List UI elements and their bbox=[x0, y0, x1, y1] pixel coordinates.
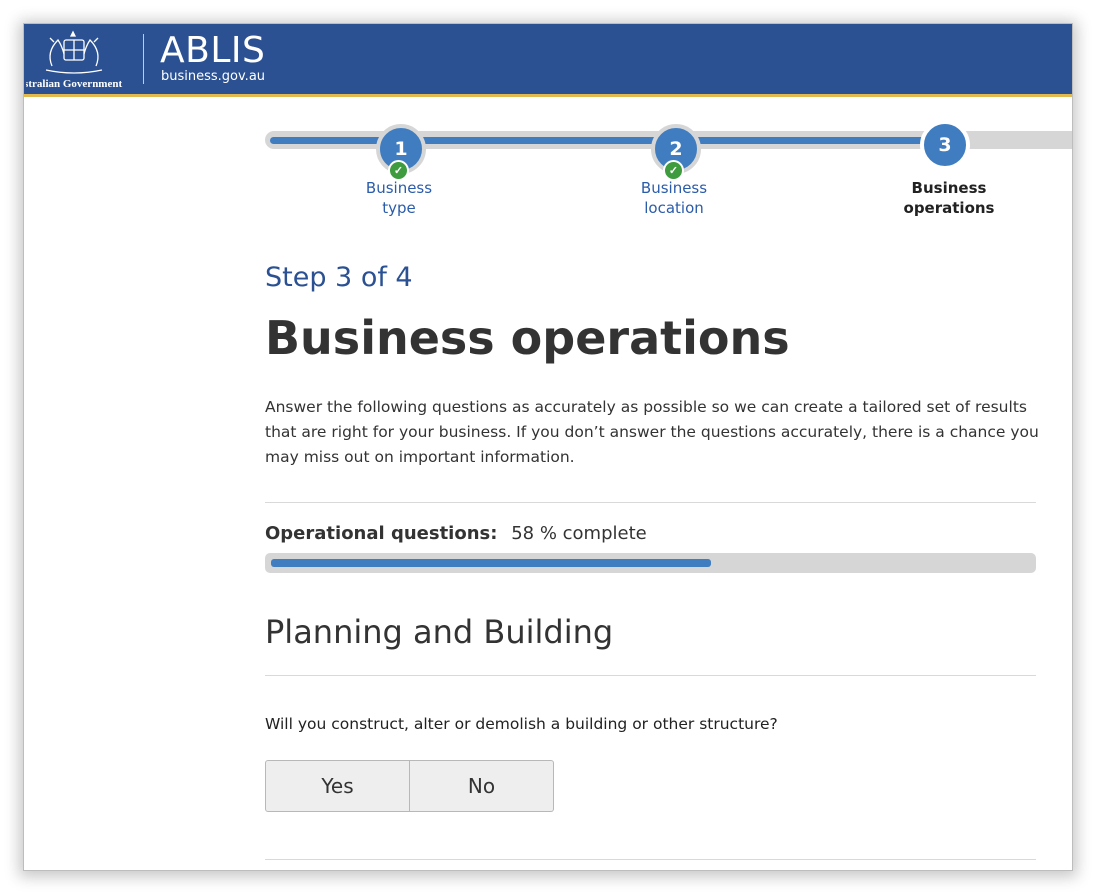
step-2-label[interactable]: Business location bbox=[599, 178, 749, 218]
answer-button-group: Yes No bbox=[265, 760, 554, 812]
question-text: Will you construct, alter or demolish a … bbox=[265, 715, 778, 733]
government-label: Australian Government bbox=[26, 78, 123, 90]
step-1-number: 1 bbox=[394, 138, 408, 160]
site-header: Australian Government ABLIS business.gov… bbox=[24, 24, 1072, 97]
step-counter: Step 3 of 4 bbox=[265, 262, 413, 293]
progress-label: Operational questions: bbox=[265, 523, 498, 544]
app-window: Australian Government ABLIS business.gov… bbox=[24, 24, 1072, 870]
section-title: Planning and Building bbox=[265, 613, 614, 651]
step-3-label-line2: operations bbox=[903, 199, 995, 217]
step-1-label-line1: Business bbox=[365, 179, 433, 197]
divider bbox=[265, 502, 1036, 503]
step-3-number: 3 bbox=[938, 134, 952, 156]
progress-value: 58 % complete bbox=[511, 523, 647, 544]
step-3-label: Business operations bbox=[874, 178, 1024, 218]
page-title: Business operations bbox=[265, 311, 790, 365]
step-2-label-line1: Business bbox=[640, 179, 708, 197]
intro-text: Answer the following questions as accura… bbox=[265, 398, 1039, 466]
site-subtitle: business.gov.au bbox=[161, 69, 266, 84]
step-2-number: 2 bbox=[669, 138, 683, 160]
progress-bar bbox=[265, 553, 1036, 573]
coat-of-arms-icon[interactable]: Australian Government bbox=[26, 28, 126, 92]
progress-status: Operational questions: 58 % complete bbox=[265, 523, 647, 544]
header-divider bbox=[143, 34, 144, 84]
no-button[interactable]: No bbox=[410, 760, 554, 812]
step-2-label-line2: location bbox=[644, 199, 704, 217]
step-3-label-line1: Business bbox=[911, 179, 987, 197]
progress-bar-fill bbox=[271, 559, 711, 567]
divider bbox=[265, 859, 1036, 860]
site-title[interactable]: ABLIS bbox=[160, 30, 265, 71]
divider bbox=[265, 675, 1036, 676]
step-1-label[interactable]: Business type bbox=[324, 178, 474, 218]
step-3-circle: 3 bbox=[920, 120, 970, 170]
stepper-progress-fill bbox=[270, 137, 941, 144]
step-1-label-line2: type bbox=[382, 199, 416, 217]
yes-button[interactable]: Yes bbox=[265, 760, 410, 812]
